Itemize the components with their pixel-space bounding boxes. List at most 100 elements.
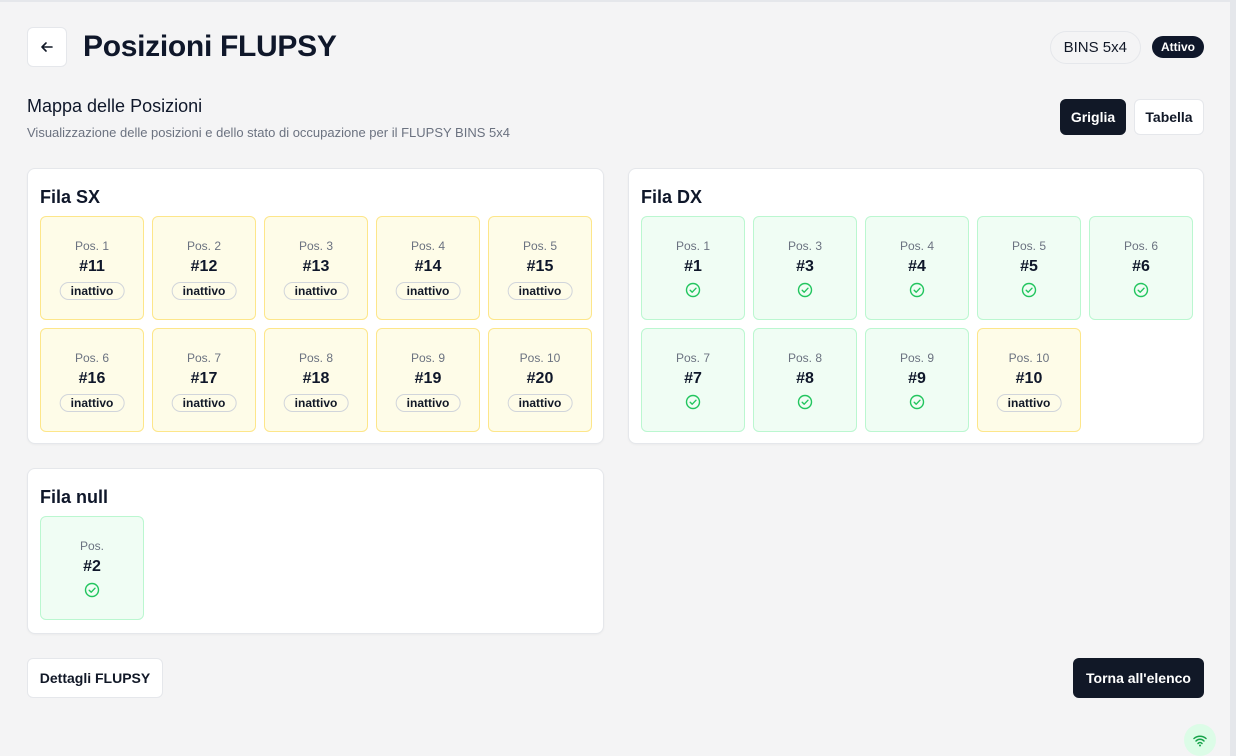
status-tag: inattivo	[507, 394, 573, 412]
position-tile[interactable]: Pos. #2	[40, 516, 144, 620]
position-label: Pos. 5	[522, 239, 558, 253]
flupsy-name-badge: BINS 5x4	[1049, 31, 1141, 64]
circle-check-icon	[909, 394, 925, 410]
basket-number: #20	[526, 370, 554, 387]
position-tile[interactable]: Pos. 2 #12 inattivo	[152, 216, 256, 320]
basket-number: #10	[1015, 370, 1043, 387]
circle-check-icon	[1021, 282, 1037, 298]
position-tile[interactable]: Pos. 6 #16 inattivo	[40, 328, 144, 432]
position-label: Pos. 9	[410, 351, 446, 365]
basket-number: #11	[79, 258, 105, 275]
position-label: Pos. 1	[675, 239, 711, 253]
circle-check-icon	[909, 282, 925, 298]
scrollbar[interactable]	[1230, 0, 1236, 756]
section-title: Mappa delle Posizioni	[27, 96, 203, 116]
position-label: Pos. 3	[298, 239, 334, 253]
basket-number: #14	[414, 258, 442, 275]
status-badge: Attivo	[1152, 36, 1204, 58]
position-label: Pos. 3	[787, 239, 823, 253]
position-tile[interactable]: Pos. 10 #20 inattivo	[488, 328, 592, 432]
page-header: Posizioni FLUPSY BINS 5x4 Attivo	[27, 27, 1204, 67]
basket-number: #13	[302, 258, 330, 275]
position-label: Pos. 6	[74, 351, 110, 365]
basket-number: #8	[796, 370, 814, 387]
position-tile[interactable]: Pos. 3 #3	[753, 216, 857, 320]
row-title: Fila DX	[641, 187, 703, 207]
status-tag: inattivo	[171, 394, 237, 412]
basket-number: #9	[908, 370, 926, 387]
status-tag: inattivo	[996, 394, 1062, 412]
position-tile[interactable]: Pos. 10 #10 inattivo	[977, 328, 1081, 432]
circle-check-icon	[685, 282, 701, 298]
status-tag: inattivo	[283, 394, 349, 412]
basket-number: #3	[796, 258, 814, 275]
position-label: Pos.	[79, 539, 104, 553]
circle-check-icon	[797, 394, 813, 410]
position-tile[interactable]: Pos. 9 #9	[865, 328, 969, 432]
position-tile[interactable]: Pos. 1 #11 inattivo	[40, 216, 144, 320]
position-tile[interactable]: Pos. 7 #7	[641, 328, 745, 432]
position-tile[interactable]: Pos. 4 #4	[865, 216, 969, 320]
basket-number: #12	[190, 258, 218, 275]
grid-view-button[interactable]: Griglia	[1060, 99, 1126, 135]
position-label: Pos. 5	[1011, 239, 1047, 253]
position-tile[interactable]: Pos. 8 #18 inattivo	[264, 328, 368, 432]
position-tile[interactable]: Pos. 5 #5	[977, 216, 1081, 320]
basket-number: #5	[1020, 258, 1038, 275]
circle-check-icon	[797, 282, 813, 298]
page-title: Posizioni FLUPSY	[83, 30, 337, 63]
position-tile[interactable]: Pos. 4 #14 inattivo	[376, 216, 480, 320]
position-tile[interactable]: Pos. 1 #1	[641, 216, 745, 320]
position-label: Pos. 6	[1123, 239, 1159, 253]
row-card-sx: Fila SX Pos. 1 #11 inattivo Pos. 2 #12 inatti…	[27, 168, 604, 444]
position-label: Pos. 7	[675, 351, 711, 365]
position-label: Pos. 4	[410, 239, 446, 253]
basket-number: #16	[78, 370, 106, 387]
position-label: Pos. 9	[899, 351, 935, 365]
position-label: Pos. 2	[186, 239, 222, 253]
position-label: Pos. 7	[186, 351, 222, 365]
positions-grid: Pos. #2	[40, 516, 592, 620]
row-card-null: Fila null Pos. #2	[27, 468, 604, 634]
positions-grid: Pos. 1 #1 Pos. 3 #3 Pos. 4 #4 Pos. 5 #5 Pos. 6 #6…	[641, 216, 1193, 432]
position-tile[interactable]: Pos. 7 #17 inattivo	[152, 328, 256, 432]
basket-number: #1	[684, 258, 702, 275]
table-view-button[interactable]: Tabella	[1134, 99, 1204, 135]
basket-number: #18	[302, 370, 330, 387]
arrow-left-icon	[41, 42, 53, 52]
status-tag: inattivo	[283, 282, 349, 300]
wifi-icon	[1193, 735, 1207, 747]
position-label: Pos. 10	[1008, 351, 1050, 365]
position-label: Pos. 4	[899, 239, 935, 253]
status-tag: inattivo	[395, 394, 461, 412]
basket-number: #2	[83, 558, 101, 575]
basket-number: #19	[414, 370, 442, 387]
status-tag: inattivo	[395, 282, 461, 300]
connection-status-button[interactable]	[1184, 724, 1216, 756]
position-tile[interactable]: Pos. 8 #8	[753, 328, 857, 432]
basket-number: #6	[1132, 258, 1150, 275]
position-tile[interactable]: Pos. 5 #15 inattivo	[488, 216, 592, 320]
circle-check-icon	[1133, 282, 1149, 298]
position-tile[interactable]: Pos. 3 #13 inattivo	[264, 216, 368, 320]
status-tag: inattivo	[507, 282, 573, 300]
position-label: Pos. 8	[787, 351, 823, 365]
row-card-dx: Fila DX Pos. 1 #1 Pos. 3 #3 Pos. 4 #4 Pos. 5 #5…	[628, 168, 1204, 444]
status-tag: inattivo	[59, 282, 125, 300]
status-tag: inattivo	[171, 282, 237, 300]
positions-grid: Pos. 1 #11 inattivo Pos. 2 #12 inattivo Pos. 3…	[40, 216, 592, 432]
back-to-list-button[interactable]: Torna all'elenco	[1073, 658, 1204, 698]
basket-number: #7	[684, 370, 702, 387]
position-tile[interactable]: Pos. 9 #19 inattivo	[376, 328, 480, 432]
circle-check-icon	[84, 582, 100, 598]
status-tag: inattivo	[59, 394, 125, 412]
circle-check-icon	[685, 394, 701, 410]
flupsy-details-button[interactable]: Dettagli FLUPSY	[27, 658, 163, 698]
position-tile[interactable]: Pos. 6 #6	[1089, 216, 1193, 320]
basket-number: #17	[190, 370, 218, 387]
row-title: Fila null	[40, 487, 109, 507]
section-subtitle: Visualizzazione delle posizioni e dello …	[27, 125, 510, 140]
position-label: Pos. 1	[74, 239, 110, 253]
back-button[interactable]	[27, 27, 67, 67]
basket-number: #15	[526, 258, 554, 275]
